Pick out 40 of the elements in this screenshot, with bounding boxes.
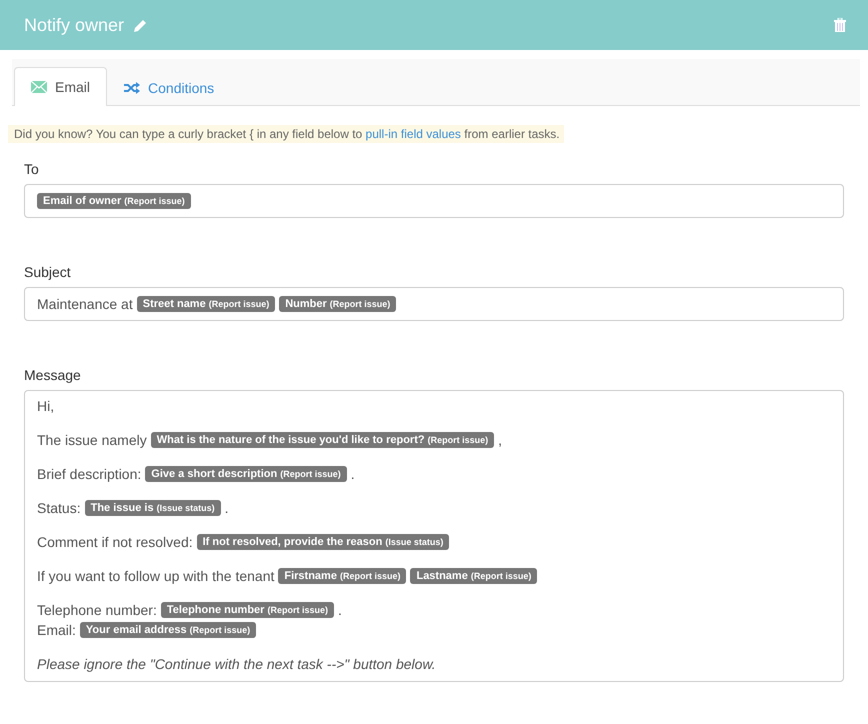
field-tag[interactable]: If not resolved, provide the reason (Issue status) xyxy=(196,534,450,550)
field-label: Message xyxy=(24,367,82,383)
message-text: . xyxy=(224,500,228,516)
field-tag[interactable]: Number (Report issue) xyxy=(279,296,396,312)
field-tag[interactable]: Email of owner (Report issue) xyxy=(37,193,191,209)
field-tag[interactable]: Firstname (Report issue) xyxy=(278,568,406,584)
field-tag[interactable]: The issue is (Issue status) xyxy=(84,500,221,516)
message-text: . xyxy=(350,466,355,482)
hint-text: Did you know? You can type a curly bracket { in any field below to pull-in field values from earlier tasks. xyxy=(8,125,564,143)
hint-link[interactable]: pull-in field values xyxy=(366,127,461,141)
field-label: Subject xyxy=(24,264,72,280)
message-text: . xyxy=(338,602,342,618)
input-field[interactable]: Email of owner (Report issue) xyxy=(24,184,844,218)
field-label: To xyxy=(24,161,40,177)
message-text: The issue namely xyxy=(37,432,147,448)
task-title: Notify owner xyxy=(24,14,124,36)
field-tag[interactable]: Lastname (Report issue) xyxy=(410,568,538,584)
message-text: Brief description: xyxy=(37,466,142,482)
message-text: Maintenance at xyxy=(37,296,133,312)
field-tag[interactable]: Your email address (Report issue) xyxy=(80,622,256,638)
message-text: , xyxy=(498,432,502,448)
message-text: Please ignore the "Continue with the next task -->" button below. xyxy=(37,656,436,672)
message-text: Status: xyxy=(37,500,81,516)
tab[interactable]: Conditions xyxy=(107,68,232,106)
message-text: Telephone number: xyxy=(37,602,157,618)
field-tag[interactable]: Street name (Report issue) xyxy=(136,296,276,312)
envelope-icon xyxy=(31,81,47,93)
field-tag[interactable]: Telephone number (Report issue) xyxy=(160,602,334,618)
message-text: Email: xyxy=(37,622,76,638)
input-field[interactable]: Maintenance at Street name (Report issue) Number (Report issue) xyxy=(24,287,844,321)
message-text: If you want to follow up with the tenant xyxy=(37,568,274,584)
message-text: Hi, xyxy=(37,398,54,414)
field-tag[interactable]: Give a short description (Report issue) xyxy=(145,466,347,482)
message-text: Comment if not resolved: xyxy=(37,534,193,550)
field-tag[interactable]: What is the nature of the issue you'd like to report? (Report issue) xyxy=(150,432,494,448)
tab[interactable]: Email xyxy=(14,67,108,106)
message-field[interactable] xyxy=(24,390,844,682)
shuffle-icon xyxy=(124,82,140,94)
pencil-icon[interactable] xyxy=(134,18,148,32)
trash-icon[interactable] xyxy=(834,18,846,32)
